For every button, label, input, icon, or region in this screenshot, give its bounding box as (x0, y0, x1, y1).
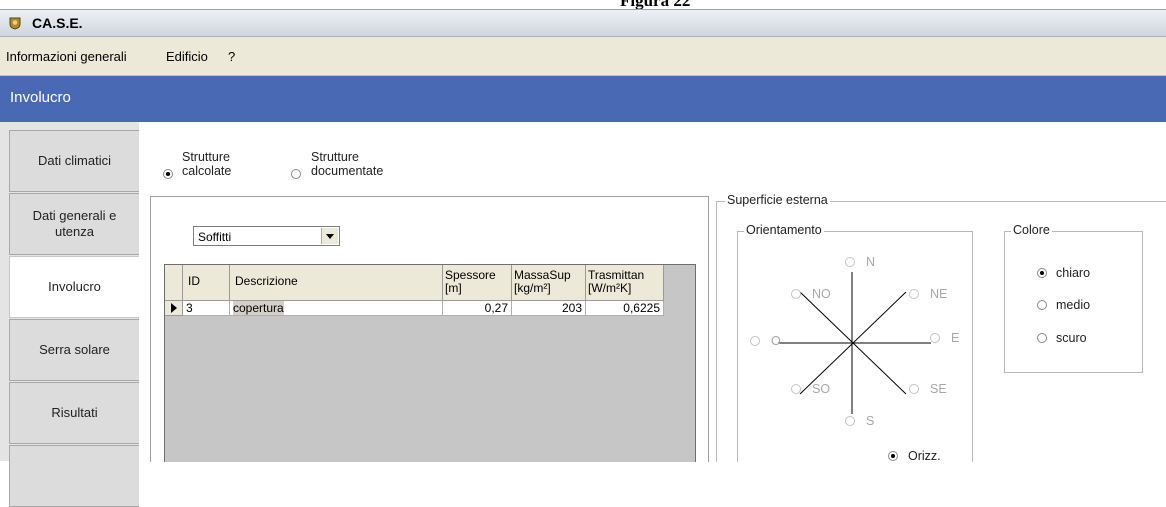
nav-item-serra-solare[interactable]: Serra solare (9, 319, 139, 381)
nav-item-involucro[interactable]: Involucro (9, 256, 139, 318)
superficie-esterna-legend: Superficie esterna (725, 193, 830, 207)
radio-orient-so[interactable] (791, 384, 801, 394)
orient-label-se: SE (930, 382, 947, 396)
nav-item-dati-climatici[interactable]: Dati climatici (9, 130, 139, 192)
row-pointer-icon (171, 303, 177, 313)
radio-label-calcolate: Strutture calcolate (182, 150, 232, 178)
radio-strutture-documentate[interactable] (291, 169, 301, 179)
radio-orient-e[interactable] (930, 333, 940, 343)
radio-colore-scuro[interactable] (1037, 333, 1047, 343)
radio-label-documentate: Strutture documentate (311, 150, 384, 178)
table-cell-descrizione[interactable]: copertura (230, 301, 443, 316)
radio-colore-medio[interactable] (1037, 300, 1047, 310)
category-select-value: Soffitti (198, 230, 232, 244)
app-icon (9, 17, 21, 30)
nav-item-more[interactable] (9, 445, 139, 507)
structures-table[interactable]: ID Descrizione Spessore [m] MassaSup [kg… (164, 264, 696, 462)
orient-label-no: NO (812, 287, 831, 301)
table-cell-id[interactable]: 3 (183, 301, 230, 316)
colore-label-chiaro: chiaro (1056, 266, 1091, 280)
side-nav: Dati climatici Dati generali e utenza In… (0, 122, 140, 507)
menu-bar: Informazioni generali Edificio ? (0, 37, 1166, 76)
radio-orient-o[interactable] (750, 336, 760, 346)
section-title: Involucro (10, 89, 71, 106)
radio-orient-no[interactable] (791, 289, 801, 299)
radio-orient-se[interactable] (909, 384, 919, 394)
column-header-trasmittanza[interactable]: Trasmittan [W/m²K] (586, 265, 664, 301)
caption-text: Figura 22 (620, 0, 690, 9)
menu-help[interactable]: ? (228, 49, 235, 64)
colore-label-scuro: scuro (1056, 331, 1087, 345)
radio-orient-ne[interactable] (909, 289, 919, 299)
chevron-down-icon[interactable] (321, 228, 338, 244)
orient-label-s: S (866, 414, 875, 428)
category-select[interactable]: Soffitti (193, 226, 340, 246)
orient-label-o: O (771, 334, 781, 348)
title-bar: CA.S.E. (0, 9, 1166, 37)
radio-orient-n[interactable] (845, 257, 855, 267)
column-header-id[interactable]: ID (183, 265, 230, 301)
menu-edificio[interactable]: Edificio (166, 49, 208, 64)
row-header-corner (165, 265, 183, 301)
orient-label-so: SO (812, 382, 831, 396)
colore-legend: Colore (1011, 223, 1052, 237)
orient-label-n: N (866, 255, 876, 269)
table-cell-massa[interactable]: 203 (512, 301, 586, 316)
orient-label-ne: NE (930, 287, 948, 301)
table-cell-descrizione-text: copertura (233, 301, 284, 315)
column-header-massa[interactable]: MassaSup [kg/m²] (512, 265, 586, 301)
orient-label-e: E (951, 331, 960, 345)
table-cell-trasmittanza[interactable]: 0,6225 (586, 301, 664, 316)
radio-orient-orizz[interactable] (888, 451, 898, 461)
row-selector[interactable] (165, 301, 183, 316)
menu-informazioni-generali[interactable]: Informazioni generali (6, 49, 127, 64)
radio-orient-s[interactable] (845, 416, 855, 426)
nav-item-dati-generali[interactable]: Dati generali e utenza (9, 193, 139, 255)
radio-colore-chiaro[interactable] (1037, 268, 1047, 278)
section-header: Involucro (0, 76, 1166, 122)
radio-strutture-calcolate[interactable] (163, 169, 173, 179)
column-header-spessore[interactable]: Spessore [m] (443, 265, 512, 301)
nav-item-risultati[interactable]: Risultati (9, 382, 139, 444)
window-title: CA.S.E. (32, 15, 83, 31)
document-caption: Figura 22 (0, 0, 1166, 9)
column-header-descrizione[interactable]: Descrizione (230, 265, 443, 301)
table-cell-spessore[interactable]: 0,27 (443, 301, 512, 316)
colore-label-medio: medio (1056, 298, 1091, 312)
